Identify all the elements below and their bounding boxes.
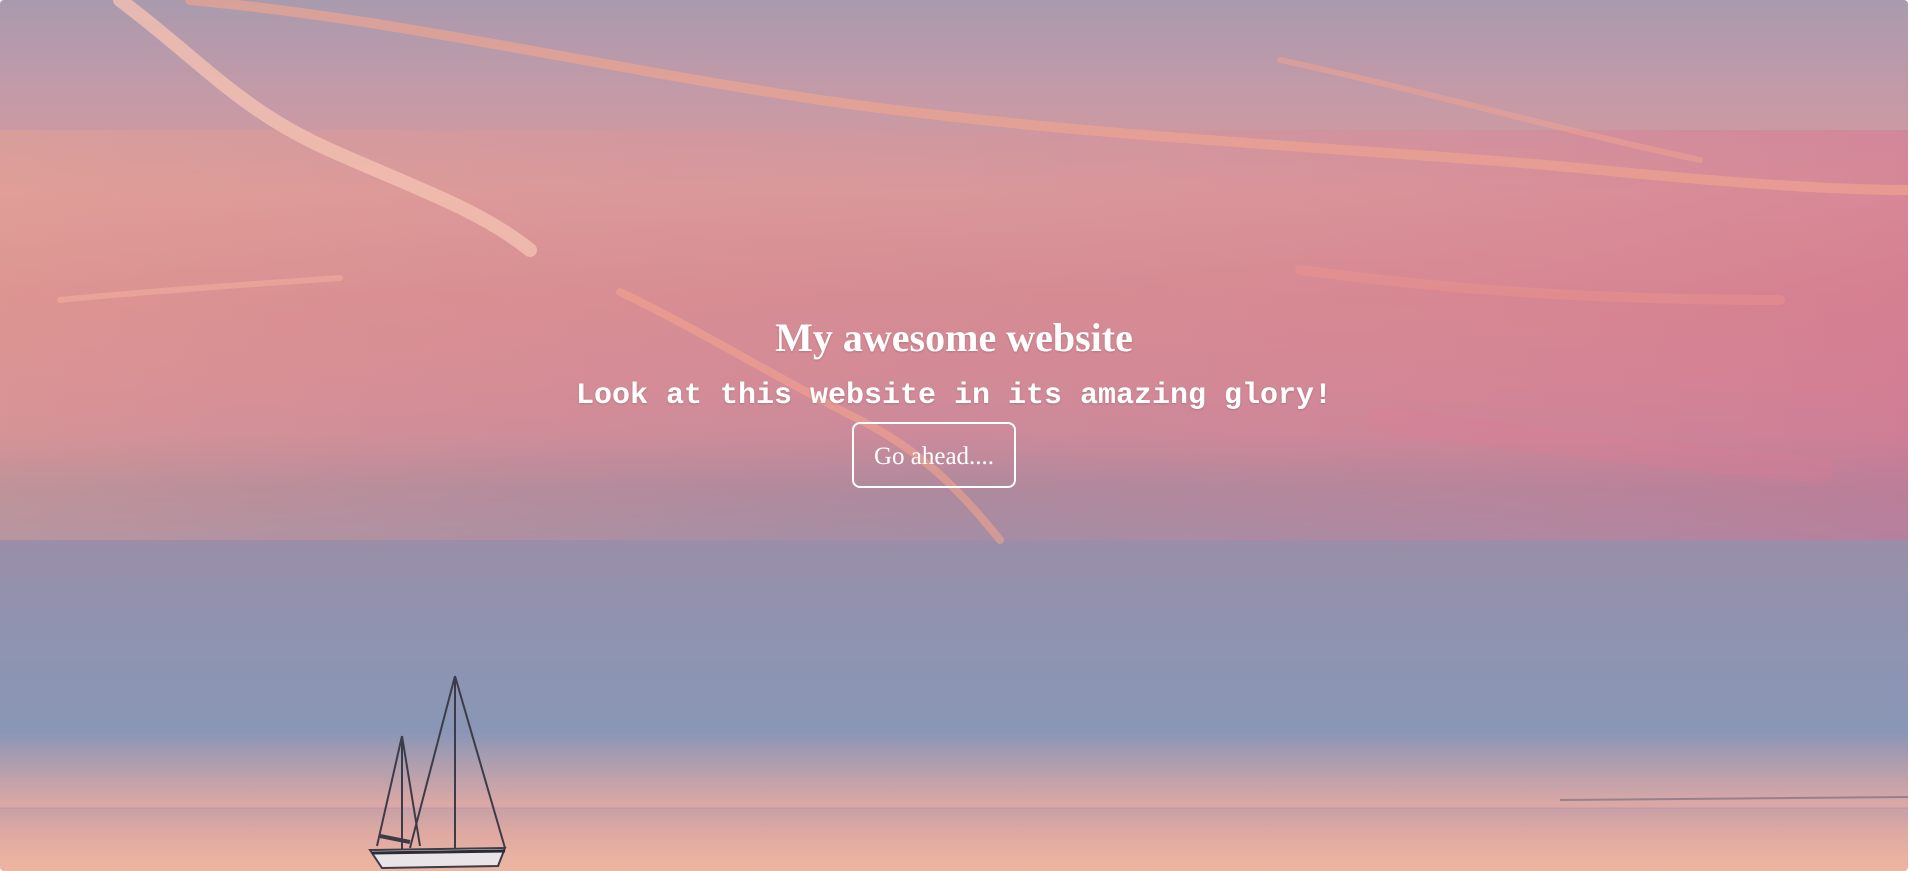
sailboat-graphic — [368, 675, 507, 870]
go-ahead-button[interactable]: Go ahead.... — [851, 422, 1017, 488]
page-subtitle: Look at this website in its amazing glor… — [575, 379, 1333, 413]
page-title: My awesome website — [775, 315, 1133, 360]
hero-content: My awesome website Look at this website … — [0, 312, 1908, 488]
hero-section: My awesome website Look at this website … — [0, 0, 1908, 871]
